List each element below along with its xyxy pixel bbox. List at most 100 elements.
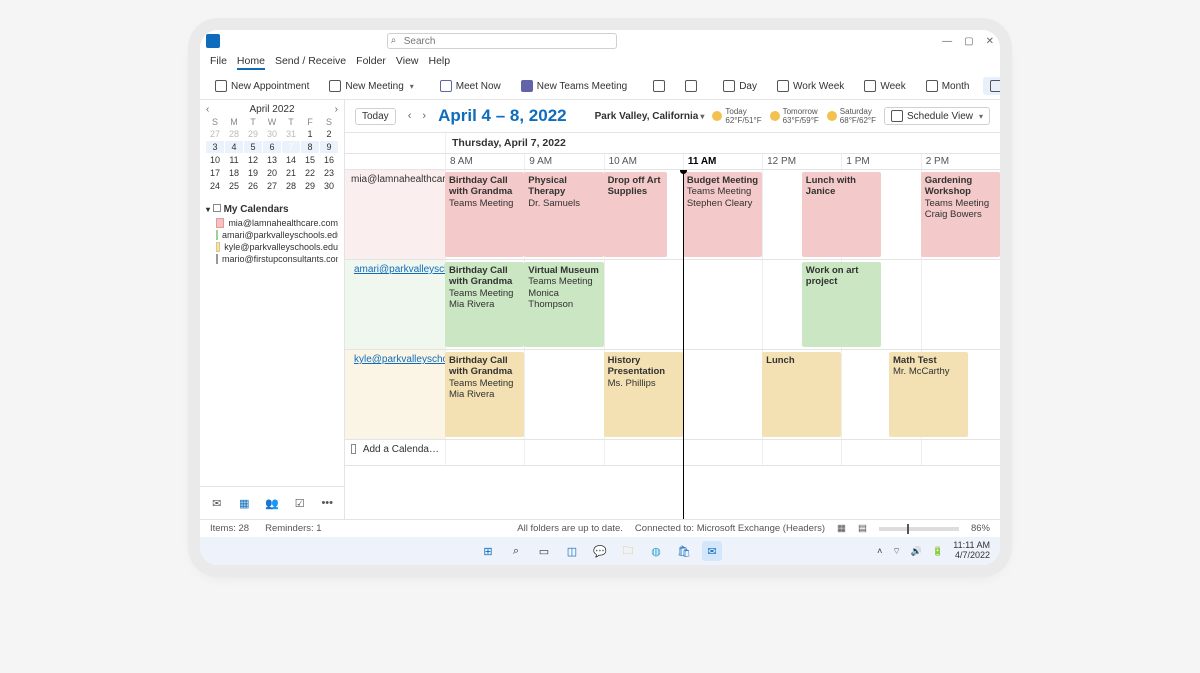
week-view-button[interactable]: Week [857, 77, 912, 95]
nav-more-icon[interactable]: ••• [320, 495, 334, 511]
calendar-event[interactable]: Birthday Call with GrandmaTeams Meeting [445, 172, 524, 257]
window-maximize-button[interactable]: ▢ [964, 36, 973, 47]
schedule-view-button[interactable]: Schedule View [983, 77, 1001, 95]
tray-wifi-icon[interactable]: ⌔ [892, 546, 900, 557]
calendar-checkbox[interactable] [216, 230, 218, 240]
task-view-icon[interactable]: ▭ [534, 541, 554, 561]
tray-chevron-up-icon[interactable]: ˄ [877, 546, 882, 556]
schedule-row-header[interactable]: mia@lamnahealthcare.com [345, 170, 445, 259]
schedule-view-dropdown[interactable]: Schedule View [884, 107, 990, 125]
status-view-icon-2[interactable]: ▤ [858, 523, 867, 534]
explorer-icon[interactable]: 🗀 [618, 541, 638, 561]
view-util-2[interactable] [678, 77, 704, 95]
mini-cal-day[interactable]: 12 [244, 154, 262, 166]
mini-cal-day[interactable]: 22 [301, 167, 319, 179]
calendar-event[interactable]: Math TestMr. McCarthy [889, 352, 968, 437]
calendar-list-item[interactable]: mia@lamnahealthcare.com [206, 217, 338, 229]
outlook-taskbar-icon[interactable]: ✉ [702, 541, 722, 561]
calendar-event[interactable]: History PresentationMs. Phillips [604, 352, 683, 437]
mini-cal-day[interactable]: 3 [206, 141, 224, 153]
mini-cal-next-button[interactable]: › [335, 104, 338, 115]
mini-cal-day[interactable]: 25 [225, 180, 243, 192]
calendar-event[interactable]: Lunch with Janice [802, 172, 881, 257]
tasks-icon[interactable]: ☑ [293, 495, 307, 511]
mini-cal-day[interactable]: 5 [244, 141, 262, 153]
search-input[interactable] [387, 33, 617, 49]
mini-cal-day[interactable]: 29 [301, 180, 319, 192]
calendar-event[interactable]: Budget MeetingTeams MeetingStephen Clear… [683, 172, 762, 257]
mini-cal-day[interactable]: 14 [282, 154, 300, 166]
menu-view[interactable]: View [396, 55, 419, 70]
meet-now-button[interactable]: Meet Now [433, 77, 508, 95]
people-icon[interactable]: 👥 [265, 495, 279, 511]
menu-send-receive[interactable]: Send / Receive [275, 55, 346, 70]
work-week-view-button[interactable]: Work Week [770, 77, 851, 95]
window-close-button[interactable]: ✕ [986, 36, 994, 47]
mini-cal-day[interactable]: 19 [244, 167, 262, 179]
weather-day[interactable]: Tomorrow63°F/59°F [770, 107, 819, 125]
calendar-event[interactable]: Virtual MuseumTeams MeetingMonica Thomps… [524, 262, 603, 347]
mini-cal-day[interactable]: 17 [206, 167, 224, 179]
mini-cal-day[interactable]: 21 [282, 167, 300, 179]
my-calendars-header[interactable]: ▾ My Calendars [206, 204, 338, 215]
calendar-event[interactable]: Birthday Call with GrandmaTeams MeetingM… [445, 262, 524, 347]
mini-cal-day[interactable]: 1 [301, 128, 319, 140]
tray-volume-icon[interactable]: 🔊 [911, 546, 922, 557]
mini-cal-day[interactable]: 16 [320, 154, 338, 166]
menu-home[interactable]: Home [237, 55, 265, 70]
mini-cal-day[interactable]: 2 [320, 128, 338, 140]
calendar-event[interactable]: Physical TherapyDr. Samuels [524, 172, 603, 257]
calendar-event[interactable]: Lunch [762, 352, 841, 437]
calendar-list-item[interactable]: mario@firstupconsultants.com [206, 253, 338, 265]
mini-cal-prev-button[interactable]: ‹ [206, 104, 209, 115]
mini-cal-day[interactable]: 30 [263, 128, 281, 140]
calendar-checkbox[interactable] [216, 242, 220, 252]
mini-cal-day[interactable]: 6 [263, 141, 281, 153]
new-appointment-button[interactable]: New Appointment [208, 77, 316, 95]
new-meeting-button[interactable]: New Meeting [322, 77, 420, 95]
mini-cal-day[interactable]: 27 [263, 180, 281, 192]
mini-cal-day[interactable]: 13 [263, 154, 281, 166]
calendar-event[interactable]: Work on art project [802, 262, 881, 347]
mini-cal-day[interactable]: 15 [301, 154, 319, 166]
mini-cal-day[interactable]: 10 [206, 154, 224, 166]
mini-cal-day[interactable]: 23 [320, 167, 338, 179]
view-util-1[interactable] [646, 77, 672, 95]
new-teams-meeting-button[interactable]: New Teams Meeting [514, 77, 634, 95]
mini-cal-day[interactable]: 4 [225, 141, 243, 153]
start-button[interactable]: ⊞ [478, 541, 498, 561]
mini-cal-day[interactable]: 29 [244, 128, 262, 140]
mini-cal-day[interactable]: 18 [225, 167, 243, 179]
add-calendar-row[interactable]: Add a Calenda… [345, 440, 1000, 466]
menu-help[interactable]: Help [429, 55, 451, 70]
weather-day[interactable]: Today62°F/51°F [712, 107, 761, 125]
widgets-icon[interactable]: ◫ [562, 541, 582, 561]
schedule-row-header[interactable]: amari@parkvalleyschools.edu [345, 260, 445, 349]
calendar-list-item[interactable]: amari@parkvalleyschools.edu [206, 229, 338, 241]
chat-icon[interactable]: 💬 [590, 541, 610, 561]
mini-cal-day[interactable]: 28 [282, 180, 300, 192]
edge-icon[interactable]: ◍ [646, 541, 666, 561]
mail-icon[interactable]: ✉ [210, 495, 224, 511]
menu-folder[interactable]: Folder [356, 55, 386, 70]
calendar-event[interactable]: Birthday Call with GrandmaTeams MeetingM… [445, 352, 524, 437]
tray-battery-icon[interactable]: 🔋 [932, 546, 943, 557]
weather-day[interactable]: Saturday68°F/62°F [827, 107, 876, 125]
prev-range-button[interactable]: ‹ [404, 110, 416, 122]
calendar-event[interactable]: Gardening WorkshopTeams MeetingCraig Bow… [921, 172, 1000, 257]
mini-cal-day[interactable]: 8 [301, 141, 319, 153]
status-view-icon[interactable]: ▦ [837, 523, 846, 534]
mini-cal-day[interactable]: 28 [225, 128, 243, 140]
next-range-button[interactable]: › [418, 110, 430, 122]
taskbar-search-icon[interactable]: ⌕ [506, 541, 526, 561]
window-minimize-button[interactable]: — [942, 36, 952, 47]
taskbar-clock[interactable]: 11:11 AM 4/7/2022 [953, 541, 990, 561]
calendar-checkbox[interactable] [216, 218, 224, 228]
zoom-slider[interactable] [879, 527, 959, 531]
weather-location[interactable]: Park Valley, California [595, 111, 705, 122]
today-button[interactable]: Today [355, 108, 396, 125]
mini-cal-day[interactable]: 30 [320, 180, 338, 192]
mini-cal-day[interactable]: 26 [244, 180, 262, 192]
calendar-checkbox[interactable] [216, 254, 218, 264]
mini-cal-day[interactable]: 9 [320, 141, 338, 153]
